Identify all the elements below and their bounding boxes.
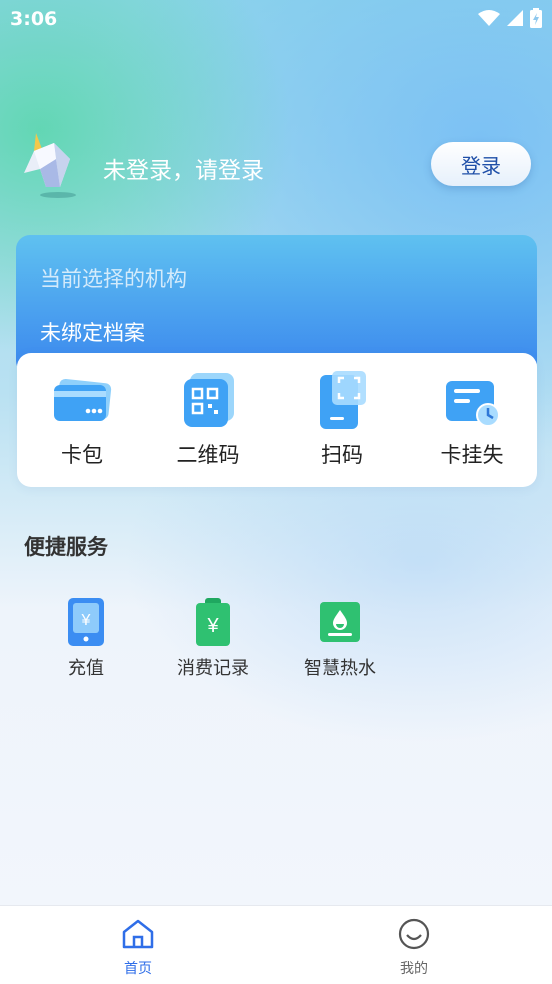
card-loss-icon <box>446 381 500 427</box>
status-bar: 3:06 <box>0 0 552 40</box>
nav-home[interactable]: 首页 <box>78 918 198 978</box>
service-smart-hot-water[interactable]: 智慧热水 <box>285 598 395 680</box>
status-time: 3:06 <box>10 8 58 30</box>
service-label: 充值 <box>68 658 104 679</box>
scan-icon <box>320 371 366 429</box>
action-scan[interactable]: 扫码 <box>282 371 402 469</box>
nav-label: 首页 <box>124 961 152 977</box>
institution-title: 当前选择的机构 <box>40 267 187 291</box>
home-icon <box>122 919 154 949</box>
services-title: 便捷服务 <box>24 535 108 559</box>
action-label: 卡包 <box>61 443 103 467</box>
service-label: 智慧热水 <box>304 658 376 679</box>
action-card-wallet[interactable]: 卡包 <box>22 371 142 469</box>
battery-icon <box>530 8 542 28</box>
user-header: 未登录，请登录 登录 <box>0 125 552 205</box>
service-label: 消费记录 <box>177 658 249 679</box>
action-card-loss[interactable]: 卡挂失 <box>412 371 532 469</box>
card-wallet-icon <box>54 378 112 421</box>
institution-value: 未绑定档案 <box>40 321 145 345</box>
smart-hot-water-icon <box>320 602 360 642</box>
bottom-navigation: 首页 我的 <box>0 905 552 984</box>
consumption-record-icon: ¥ <box>196 598 230 646</box>
action-label: 扫码 <box>321 443 363 467</box>
unicorn-logo-icon <box>24 133 76 198</box>
qrcode-icon <box>184 373 234 427</box>
service-consumption-record[interactable]: ¥ 消费记录 <box>158 598 268 680</box>
nav-profile[interactable]: 我的 <box>354 918 474 978</box>
login-button[interactable]: 登录 <box>431 142 531 186</box>
status-icons <box>478 8 542 28</box>
login-prompt-text[interactable]: 未登录，请登录 <box>103 151 264 185</box>
profile-icon <box>398 918 430 950</box>
service-recharge[interactable]: ¥ 充值 <box>31 598 141 680</box>
svg-text:¥: ¥ <box>81 612 91 629</box>
action-label: 二维码 <box>176 443 240 467</box>
signal-icon <box>507 10 523 26</box>
wifi-icon <box>478 10 500 26</box>
action-qrcode[interactable]: 二维码 <box>148 371 268 469</box>
recharge-icon: ¥ <box>68 598 104 646</box>
nav-label: 我的 <box>400 961 428 977</box>
quick-actions-panel: 卡包 二维码 扫码 卡挂失 <box>17 353 537 487</box>
action-label: 卡挂失 <box>440 443 504 467</box>
svg-text:¥: ¥ <box>206 615 219 637</box>
